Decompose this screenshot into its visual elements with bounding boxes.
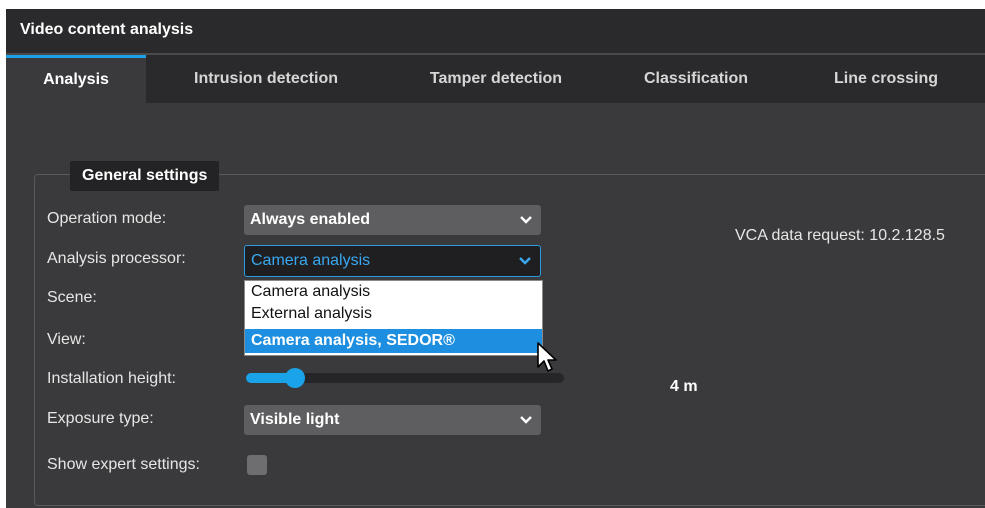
option-camera-analysis[interactable]: Camera analysis bbox=[245, 281, 542, 303]
show-expert-settings-checkbox[interactable] bbox=[247, 455, 267, 475]
exposure-type-select[interactable]: Visible light bbox=[244, 405, 541, 435]
installation-height-value: 4 m bbox=[670, 378, 698, 395]
operation-mode-label: Operation mode: bbox=[47, 210, 167, 227]
chevron-down-icon bbox=[519, 257, 531, 265]
scene-label: Scene: bbox=[47, 289, 97, 306]
installation-height-label: Installation height: bbox=[47, 370, 176, 387]
operation-mode-value: Always enabled bbox=[250, 211, 371, 228]
option-camera-analysis-sedor[interactable]: Camera analysis, SEDOR® bbox=[245, 329, 542, 353]
mouse-pointer-icon bbox=[537, 342, 557, 372]
tab-intrusion-detection[interactable]: Intrusion detection bbox=[156, 55, 376, 103]
analysis-processor-select[interactable]: Camera analysis bbox=[244, 245, 541, 277]
option-external-analysis[interactable]: External analysis bbox=[245, 303, 542, 325]
chevron-down-icon bbox=[520, 416, 532, 424]
tab-line-crossing[interactable]: Line crossing bbox=[796, 55, 976, 103]
tab-classification[interactable]: Classification bbox=[616, 55, 776, 103]
window-title: Video content analysis bbox=[20, 21, 194, 38]
tab-analysis[interactable]: Analysis bbox=[6, 55, 146, 103]
general-settings-legend: General settings bbox=[70, 161, 220, 191]
show-expert-settings-label: Show expert settings: bbox=[47, 456, 200, 473]
vca-data-request: VCA data request: 10.2.128.5 bbox=[735, 227, 945, 244]
operation-mode-select[interactable]: Always enabled bbox=[244, 205, 541, 235]
chevron-down-icon bbox=[520, 216, 532, 224]
analysis-processor-value: Camera analysis bbox=[251, 252, 371, 269]
title-bar: Video content analysis bbox=[6, 9, 985, 55]
vca-panel: Video content analysis Analysis Intrusio… bbox=[6, 9, 985, 508]
exposure-type-label: Exposure type: bbox=[47, 410, 154, 427]
tab-bar: Analysis Intrusion detection Tamper dete… bbox=[6, 55, 985, 103]
view-label: View: bbox=[47, 331, 86, 348]
exposure-type-value: Visible light bbox=[250, 411, 340, 428]
analysis-processor-dropdown: Camera analysis External analysis Camera… bbox=[244, 280, 543, 356]
analysis-processor-label: Analysis processor: bbox=[47, 250, 186, 267]
installation-height-slider-thumb[interactable] bbox=[285, 368, 305, 388]
tab-tamper-detection[interactable]: Tamper detection bbox=[396, 55, 596, 103]
